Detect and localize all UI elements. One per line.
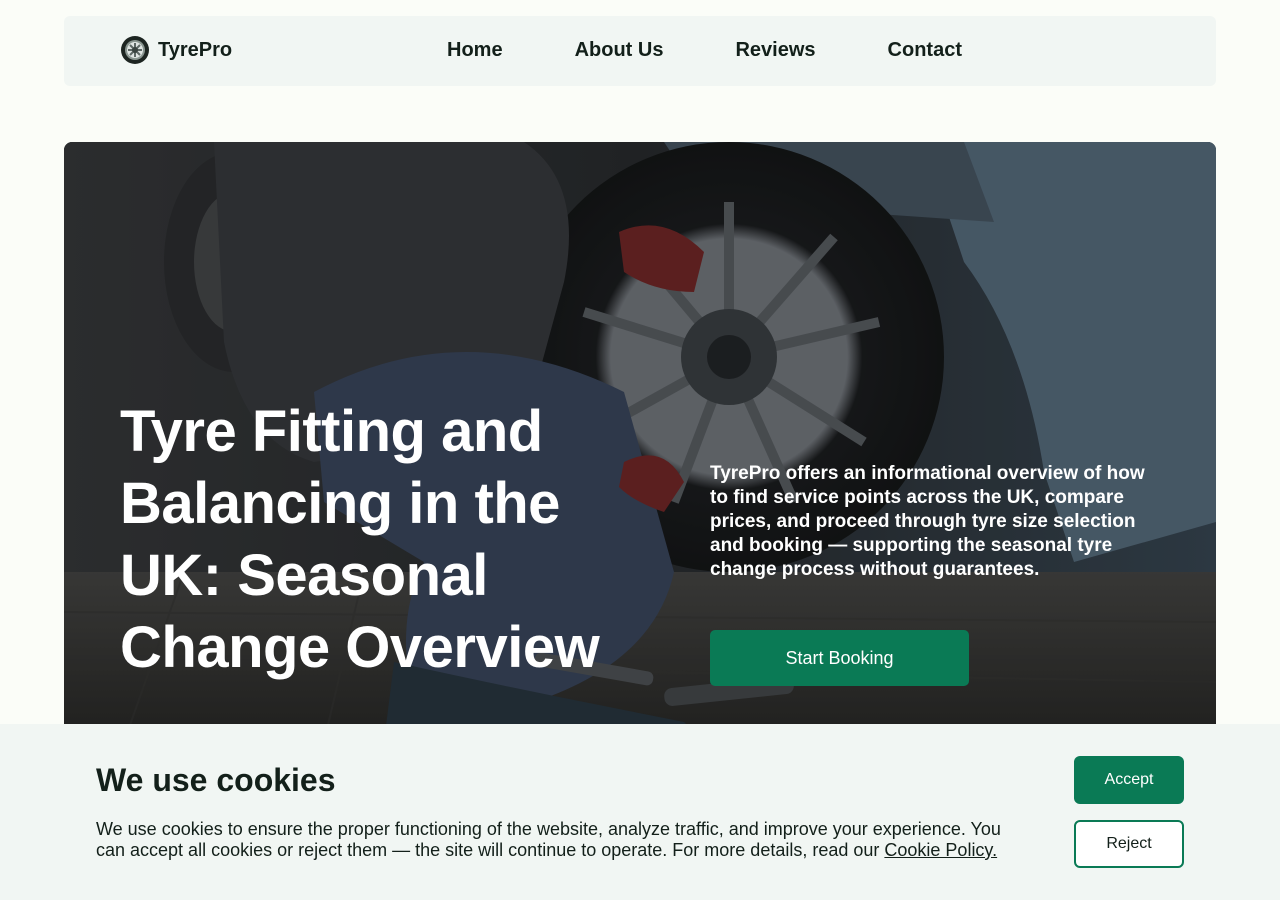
- hero-title: Tyre Fitting and Balancing in the UK: Se…: [120, 399, 600, 680]
- reject-cookies-button[interactable]: Reject: [1074, 820, 1184, 868]
- hero-section: Tyre Fitting and Balancing in the UK: Se…: [64, 142, 1216, 742]
- nav-item-home[interactable]: Home: [447, 39, 503, 62]
- tyre-logo-icon: [121, 36, 149, 64]
- accept-cookies-button[interactable]: Accept: [1074, 756, 1184, 804]
- page: TyrePro Home About Us Reviews Contact Ty…: [0, 0, 1280, 900]
- nav-item-reviews[interactable]: Reviews: [735, 39, 815, 62]
- brand-logo-link[interactable]: TyrePro: [120, 35, 232, 65]
- hero-description: TyrePro offers an informational overview…: [710, 463, 1145, 580]
- brand-name: TyrePro: [158, 38, 233, 61]
- nav-item-about-us[interactable]: About Us: [575, 39, 664, 62]
- start-booking-button[interactable]: Start Booking: [710, 630, 969, 686]
- cookie-banner-title: We use cookies: [96, 762, 336, 798]
- site-header: TyrePro Home About Us Reviews Contact: [64, 16, 1216, 86]
- main-nav: Home About Us Reviews Contact: [447, 39, 962, 62]
- cookie-banner: We use cookies We use cookies to ensure …: [0, 724, 1280, 900]
- cookie-banner-body: We use cookies to ensure the proper func…: [96, 819, 1001, 860]
- cookie-policy-link[interactable]: Cookie Policy.: [884, 840, 997, 860]
- cookie-banner-text: We use cookies to ensure the proper func…: [96, 819, 1016, 861]
- nav-item-contact[interactable]: Contact: [888, 39, 962, 62]
